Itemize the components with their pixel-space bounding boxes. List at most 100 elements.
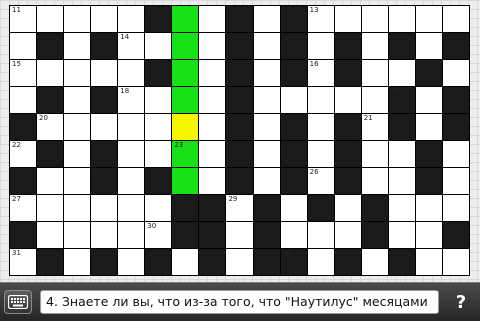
crossword-cell[interactable] [253, 60, 280, 86]
crossword-cell[interactable] [64, 195, 91, 221]
crossword-cell[interactable] [280, 222, 307, 248]
crossword-cell[interactable] [415, 249, 442, 275]
crossword-cell[interactable] [280, 87, 307, 113]
crossword-cell[interactable] [415, 6, 442, 32]
crossword-cell[interactable] [361, 33, 388, 59]
crossword-cell[interactable] [118, 222, 145, 248]
crossword-cell[interactable] [64, 33, 91, 59]
crossword-cell[interactable] [253, 168, 280, 194]
crossword-cell[interactable] [253, 141, 280, 167]
crossword-cell[interactable] [388, 60, 415, 86]
highlighted-cell[interactable] [172, 6, 199, 32]
keyboard-button[interactable] [4, 290, 32, 314]
crossword-cell[interactable]: 22 [10, 141, 37, 167]
crossword-cell[interactable] [118, 114, 145, 140]
crossword-cell[interactable] [388, 6, 415, 32]
crossword-cell[interactable]: 26 [307, 168, 334, 194]
crossword-cell[interactable] [37, 6, 64, 32]
crossword-cell[interactable] [334, 222, 361, 248]
crossword-cell[interactable] [442, 168, 469, 194]
crossword-cell[interactable] [37, 60, 64, 86]
crossword-cell[interactable]: 16 [307, 60, 334, 86]
crossword-cell[interactable] [118, 195, 145, 221]
crossword-cell[interactable] [442, 60, 469, 86]
crossword-cell[interactable] [118, 249, 145, 275]
crossword-cell[interactable] [361, 141, 388, 167]
crossword-cell[interactable] [415, 33, 442, 59]
crossword-cell[interactable] [91, 114, 118, 140]
highlighted-cell[interactable] [172, 33, 199, 59]
crossword-cell[interactable]: 29 [226, 195, 253, 221]
crossword-cell[interactable] [415, 195, 442, 221]
crossword-cell[interactable] [145, 87, 172, 113]
crossword-cell[interactable] [280, 195, 307, 221]
crossword-cell[interactable] [64, 222, 91, 248]
crossword-cell[interactable] [91, 195, 118, 221]
crossword-cell[interactable]: 13 [307, 6, 334, 32]
crossword-cell[interactable] [361, 168, 388, 194]
crossword-cell[interactable] [91, 6, 118, 32]
crossword-cell[interactable] [64, 249, 91, 275]
crossword-cell[interactable] [415, 87, 442, 113]
crossword-cell[interactable] [307, 114, 334, 140]
highlighted-cell[interactable] [172, 168, 199, 194]
crossword-cell[interactable] [307, 33, 334, 59]
crossword-cell[interactable] [442, 141, 469, 167]
crossword-cell[interactable] [199, 6, 226, 32]
crossword-cell[interactable] [91, 60, 118, 86]
crossword-cell[interactable] [307, 141, 334, 167]
crossword-cell[interactable] [361, 60, 388, 86]
crossword-cell[interactable]: 27 [10, 195, 37, 221]
crossword-cell[interactable] [199, 87, 226, 113]
crossword-cell[interactable] [226, 222, 253, 248]
crossword-cell[interactable] [64, 141, 91, 167]
crossword-cell[interactable] [307, 87, 334, 113]
crossword-cell[interactable] [64, 114, 91, 140]
crossword-cell[interactable] [10, 33, 37, 59]
crossword-cell[interactable] [199, 33, 226, 59]
crossword-cell[interactable]: 21 [361, 114, 388, 140]
crossword-cell[interactable] [37, 195, 64, 221]
crossword-cell[interactable] [361, 6, 388, 32]
highlighted-cell[interactable] [172, 60, 199, 86]
crossword-cell[interactable] [388, 222, 415, 248]
crossword-cell[interactable] [118, 168, 145, 194]
crossword-cell[interactable] [415, 114, 442, 140]
help-button[interactable]: ? [446, 287, 476, 317]
crossword-cell[interactable] [64, 6, 91, 32]
crossword-cell[interactable] [172, 249, 199, 275]
crossword-cell[interactable] [145, 195, 172, 221]
crossword-cell[interactable]: 20 [37, 114, 64, 140]
crossword-cell[interactable] [199, 168, 226, 194]
crossword-cell[interactable] [442, 249, 469, 275]
crossword-cell[interactable] [307, 249, 334, 275]
clue-text-field[interactable]: 4. Знаете ли вы, что из-за того, что "На… [40, 290, 439, 314]
crossword-cell[interactable]: 18 [118, 87, 145, 113]
crossword-cell[interactable] [199, 114, 226, 140]
crossword-cell[interactable] [388, 195, 415, 221]
crossword-cell[interactable] [145, 33, 172, 59]
crossword-cell[interactable] [118, 60, 145, 86]
crossword-cell[interactable] [334, 195, 361, 221]
crossword-cell[interactable] [10, 87, 37, 113]
crossword-cell[interactable] [37, 168, 64, 194]
highlighted-cell[interactable] [172, 87, 199, 113]
crossword-cell[interactable] [199, 60, 226, 86]
crossword-grid[interactable]: 11 12 13 14 15 16 17 18 19 20 21 22 23 24 25 26 27 28 29 30… [9, 5, 470, 276]
crossword-cell[interactable] [64, 87, 91, 113]
selected-cell[interactable] [172, 114, 199, 140]
crossword-cell[interactable] [334, 87, 361, 113]
crossword-cell[interactable]: 30 [145, 222, 172, 248]
crossword-cell[interactable] [415, 222, 442, 248]
crossword-cell[interactable] [118, 6, 145, 32]
crossword-cell[interactable] [253, 114, 280, 140]
crossword-cell[interactable] [145, 114, 172, 140]
crossword-cell[interactable] [361, 249, 388, 275]
crossword-cell[interactable] [253, 6, 280, 32]
crossword-cell[interactable] [37, 222, 64, 248]
crossword-cell[interactable] [361, 87, 388, 113]
crossword-cell[interactable] [388, 141, 415, 167]
crossword-cell[interactable] [334, 6, 361, 32]
crossword-cell[interactable] [118, 141, 145, 167]
crossword-cell[interactable] [442, 195, 469, 221]
